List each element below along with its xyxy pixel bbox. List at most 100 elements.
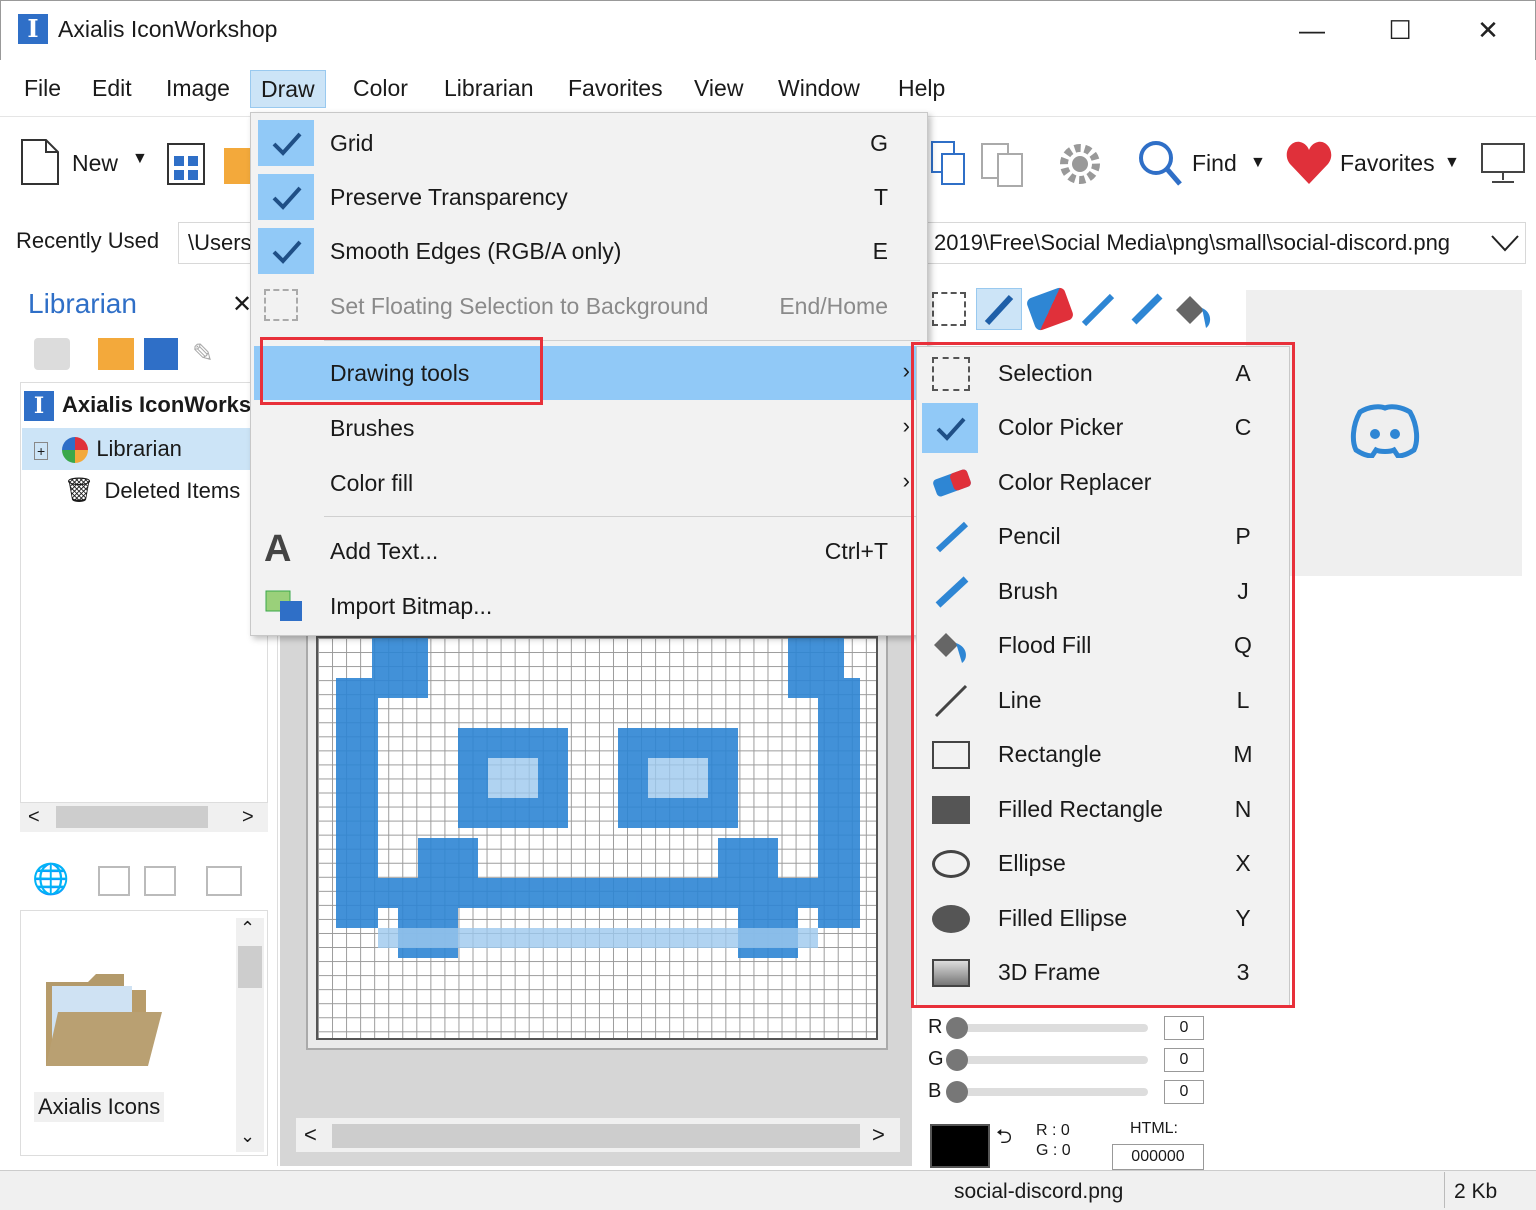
menu-item-set-floating-selection[interactable]: Set Floating Selection to Background End… bbox=[254, 279, 924, 333]
search-icon[interactable] bbox=[1136, 138, 1184, 188]
chevron-down-icon[interactable]: ▼ bbox=[1444, 154, 1460, 172]
menu-item-grid[interactable]: Grid G bbox=[254, 116, 924, 170]
pixel-canvas[interactable] bbox=[316, 636, 878, 1040]
blue-value[interactable]: 0 bbox=[1164, 1080, 1204, 1104]
pencil-tool-icon[interactable] bbox=[1078, 290, 1118, 330]
menu-librarian[interactable]: Librarian bbox=[434, 70, 544, 108]
green-slider-knob[interactable] bbox=[946, 1049, 968, 1071]
selection-tool-icon[interactable] bbox=[932, 292, 966, 326]
maximize-button[interactable]: ☐ bbox=[1378, 10, 1422, 50]
rename-icon[interactable]: ✎ bbox=[192, 338, 226, 370]
folder-icon[interactable] bbox=[44, 972, 164, 1068]
tree-item-librarian[interactable]: + Librarian bbox=[22, 428, 266, 470]
html-label: HTML: bbox=[1130, 1120, 1178, 1137]
discord-logo-icon bbox=[1350, 402, 1420, 459]
checked-icon bbox=[258, 228, 314, 274]
add-library-icon[interactable] bbox=[34, 338, 70, 370]
red-slider[interactable] bbox=[956, 1024, 1148, 1032]
app-logo-icon: I bbox=[18, 14, 48, 44]
menu-view[interactable]: View bbox=[684, 70, 753, 108]
menu-draw[interactable]: Draw bbox=[250, 70, 326, 108]
swap-colors-icon[interactable]: ⮌ bbox=[996, 1122, 1012, 1156]
tree-item-deleted[interactable]: 🗑 Deleted Items bbox=[64, 470, 264, 512]
paste-icon[interactable] bbox=[144, 866, 176, 896]
submenu-arrow-icon: › bbox=[902, 358, 910, 383]
menu-color[interactable]: Color bbox=[343, 70, 418, 108]
librarian-title: Librarian bbox=[28, 288, 137, 319]
minimize-button[interactable]: — bbox=[1290, 10, 1334, 50]
scroll-up-icon[interactable]: ⌃ bbox=[240, 918, 255, 939]
scroll-thumb[interactable] bbox=[56, 806, 208, 828]
new-project-icon[interactable] bbox=[144, 338, 178, 370]
html-color-input[interactable]: 000000 bbox=[1112, 1144, 1204, 1170]
open-folder-icon[interactable] bbox=[224, 148, 250, 184]
color-picker-tool-icon[interactable] bbox=[976, 288, 1022, 330]
menu-file[interactable]: File bbox=[14, 70, 71, 108]
current-color-swatch[interactable] bbox=[930, 1124, 990, 1168]
green-value[interactable]: 0 bbox=[1164, 1048, 1204, 1072]
gear-icon[interactable] bbox=[1056, 140, 1104, 188]
copy-icon[interactable] bbox=[98, 866, 130, 896]
librarian-icon bbox=[62, 437, 89, 464]
menu-item-import-bitmap[interactable]: Import Bitmap... bbox=[254, 579, 924, 633]
green-slider[interactable] bbox=[956, 1056, 1148, 1064]
new-button[interactable]: New bbox=[72, 150, 118, 177]
menu-image[interactable]: Image bbox=[156, 70, 240, 108]
scroll-left-icon[interactable]: < bbox=[28, 806, 40, 829]
chevron-down-icon[interactable]: ▼ bbox=[1250, 154, 1266, 172]
drawing-tools-submenu-callout bbox=[911, 342, 1295, 1008]
green-label: G bbox=[928, 1048, 944, 1070]
status-bar bbox=[0, 1170, 1536, 1210]
scroll-right-icon[interactable]: > bbox=[242, 806, 254, 829]
copy-icon[interactable] bbox=[930, 140, 966, 186]
submenu-arrow-icon: › bbox=[902, 468, 910, 493]
blue-slider-knob[interactable] bbox=[946, 1081, 968, 1103]
menu-separator bbox=[324, 516, 920, 517]
menu-item-add-text[interactable]: A Add Text... Ctrl+T bbox=[254, 524, 924, 578]
checked-icon bbox=[258, 120, 314, 166]
paste-icon[interactable] bbox=[980, 138, 1026, 188]
scroll-left-icon[interactable]: < bbox=[304, 1122, 317, 1148]
heart-icon[interactable] bbox=[1284, 138, 1334, 188]
chevron-down-icon[interactable]: ▼ bbox=[132, 150, 148, 168]
menu-item-brushes[interactable]: Brushes › bbox=[254, 401, 924, 455]
menu-item-color-fill[interactable]: Color fill › bbox=[254, 456, 924, 510]
new-folder-icon[interactable] bbox=[98, 338, 134, 370]
scroll-thumb[interactable] bbox=[332, 1124, 860, 1148]
tree-item-root[interactable]: IAxialis IconWorkshop bbox=[24, 384, 264, 426]
scroll-down-icon[interactable]: ⌄ bbox=[240, 1126, 255, 1147]
favorites-button[interactable]: Favorites bbox=[1340, 150, 1435, 177]
menu-window[interactable]: Window bbox=[768, 70, 870, 108]
brush-tool-icon[interactable] bbox=[1126, 290, 1166, 330]
blue-slider[interactable] bbox=[956, 1088, 1148, 1096]
red-slider-knob[interactable] bbox=[946, 1017, 968, 1039]
recently-used-label: Recently Used bbox=[16, 228, 160, 253]
menu-favorites[interactable]: Favorites bbox=[558, 70, 673, 108]
scroll-thumb[interactable] bbox=[238, 946, 262, 988]
project-icon[interactable] bbox=[166, 142, 206, 186]
red-label: R bbox=[928, 1016, 943, 1038]
folder-label[interactable]: Axialis Icons bbox=[34, 1092, 165, 1122]
menu-item-preserve-transparency[interactable]: Preserve Transparency T bbox=[254, 170, 924, 224]
globe-download-icon[interactable]: 🌐 bbox=[32, 862, 72, 898]
red-value[interactable]: 0 bbox=[1164, 1016, 1204, 1040]
new-document-icon[interactable] bbox=[20, 138, 60, 186]
window-title: Axialis IconWorkshop bbox=[58, 16, 278, 42]
menu-item-smooth-edges[interactable]: Smooth Edges (RGB/A only) E bbox=[254, 224, 924, 278]
scroll-right-icon[interactable]: > bbox=[872, 1122, 885, 1148]
status-divider bbox=[1444, 1172, 1445, 1208]
text-tool-icon: A bbox=[264, 528, 292, 570]
expand-icon[interactable]: + bbox=[34, 442, 49, 460]
flood-fill-tool-icon[interactable] bbox=[1172, 290, 1216, 330]
chevron-down-icon[interactable] bbox=[1490, 230, 1520, 254]
add-icon[interactable] bbox=[206, 866, 242, 896]
discord-pixel-art bbox=[336, 638, 860, 958]
import-bitmap-icon bbox=[264, 589, 304, 623]
recent-path-left: \Users bbox=[188, 230, 252, 255]
menu-edit[interactable]: Edit bbox=[82, 70, 142, 108]
find-button[interactable]: Find bbox=[1192, 150, 1237, 177]
menu-help[interactable]: Help bbox=[888, 70, 955, 108]
monitor-icon[interactable] bbox=[1480, 140, 1526, 186]
rgb-readout-g: G : 0 bbox=[1036, 1142, 1071, 1159]
close-button[interactable]: ✕ bbox=[1466, 10, 1510, 50]
